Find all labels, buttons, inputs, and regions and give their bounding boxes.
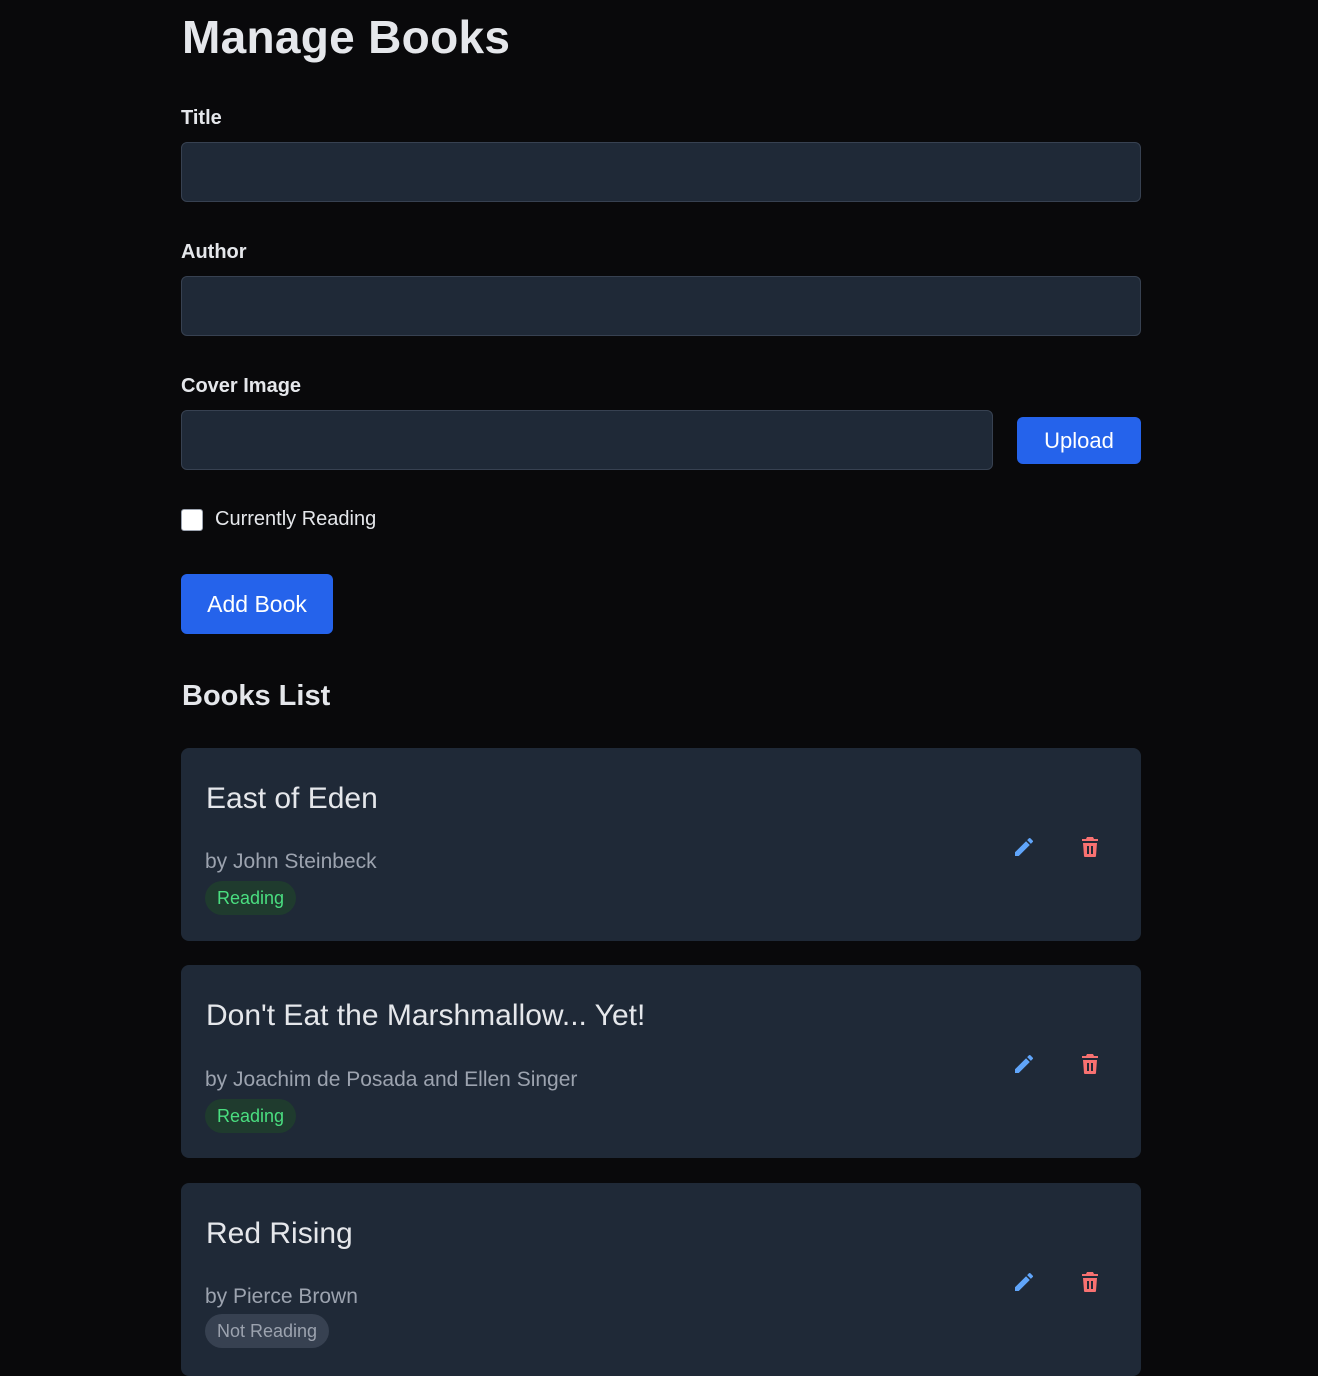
author-label: Author bbox=[181, 241, 247, 263]
delete-button[interactable] bbox=[1075, 832, 1105, 862]
book-author: by John Steinbeck bbox=[205, 850, 377, 873]
pencil-icon bbox=[1015, 837, 1034, 856]
trash-icon bbox=[1082, 1272, 1098, 1292]
book-author: by Pierce Brown bbox=[205, 1285, 358, 1308]
book-author: by Joachim de Posada and Ellen Singer bbox=[205, 1068, 578, 1091]
book-title: Don't Eat the Marshmallow... Yet! bbox=[206, 999, 646, 1032]
trash-icon bbox=[1082, 837, 1098, 857]
book-title: Red Rising bbox=[206, 1217, 353, 1250]
author-input[interactable] bbox=[181, 276, 1141, 336]
title-input[interactable] bbox=[181, 142, 1141, 202]
trash-icon bbox=[1082, 1054, 1098, 1074]
currently-reading-row[interactable]: Currently Reading bbox=[181, 508, 376, 531]
currently-reading-checkbox[interactable] bbox=[181, 508, 203, 531]
status-badge: Reading bbox=[205, 1099, 297, 1133]
edit-button[interactable] bbox=[1009, 1049, 1039, 1079]
delete-button[interactable] bbox=[1075, 1267, 1105, 1297]
title-label: Title bbox=[181, 107, 222, 129]
book-title: East of Eden bbox=[206, 782, 378, 815]
status-badge: Reading bbox=[205, 881, 297, 915]
pencil-icon bbox=[1015, 1054, 1034, 1073]
edit-button[interactable] bbox=[1009, 832, 1039, 862]
book-card: East of Eden by John Steinbeck Reading bbox=[181, 748, 1141, 941]
currently-reading-label: Currently Reading bbox=[215, 508, 377, 530]
status-badge: Not Reading bbox=[205, 1314, 330, 1348]
pencil-icon bbox=[1015, 1272, 1034, 1291]
add-book-button[interactable]: Add Book bbox=[181, 574, 333, 634]
cover-image-input[interactable] bbox=[181, 410, 993, 470]
upload-button[interactable]: Upload bbox=[1017, 417, 1141, 464]
delete-button[interactable] bbox=[1075, 1049, 1105, 1079]
book-card: Don't Eat the Marshmallow... Yet! by Joa… bbox=[181, 965, 1141, 1158]
book-card: Red Rising by Pierce Brown Not Reading bbox=[181, 1183, 1141, 1376]
page-title: Manage Books bbox=[182, 11, 511, 63]
edit-button[interactable] bbox=[1009, 1267, 1039, 1297]
books-list-title: Books List bbox=[182, 680, 331, 712]
cover-image-label: Cover Image bbox=[181, 375, 302, 397]
